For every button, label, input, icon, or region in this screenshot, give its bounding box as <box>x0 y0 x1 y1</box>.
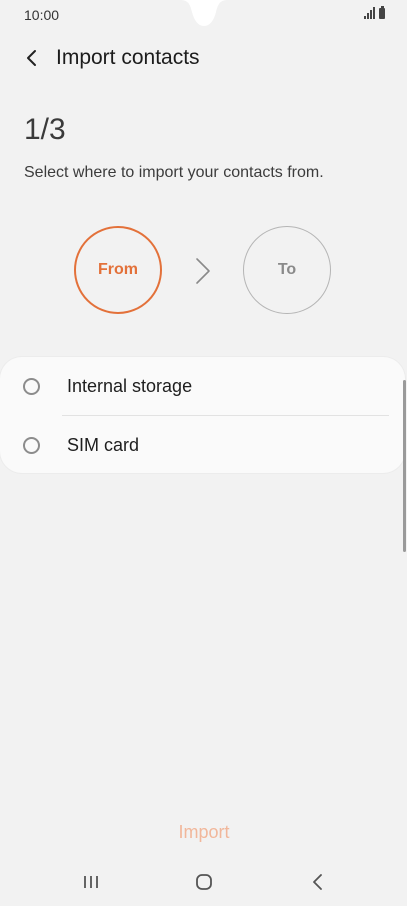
home-icon[interactable] <box>193 872 215 892</box>
radio-button[interactable] <box>23 436 40 454</box>
status-bar: 10:00 <box>0 0 407 30</box>
radio-button[interactable] <box>23 377 40 395</box>
source-options-card: Internal storage SIM card <box>0 357 405 473</box>
page-title: Import contacts <box>56 46 200 69</box>
instruction-text: Select where to import your contacts fro… <box>24 164 324 181</box>
option-sim-card[interactable]: SIM card <box>0 416 405 474</box>
battery-icon <box>379 6 385 19</box>
option-label: Internal storage <box>67 375 193 396</box>
to-step-indicator: To <box>243 226 331 314</box>
status-icons <box>364 6 385 19</box>
app-bar: Import contacts <box>0 38 407 78</box>
camera-notch <box>180 0 228 26</box>
chevron-right-icon <box>196 258 210 284</box>
navigation-bar <box>0 862 407 902</box>
back-button[interactable] <box>18 44 46 72</box>
option-label: SIM card <box>67 434 140 455</box>
from-step-label: From <box>98 261 138 278</box>
to-step-label: To <box>277 261 297 278</box>
step-counter: 1/3 <box>24 113 66 146</box>
import-button[interactable]: Import <box>140 818 268 846</box>
recents-icon[interactable] <box>80 872 102 892</box>
back-icon[interactable] <box>307 872 329 892</box>
status-time: 10:00 <box>24 7 60 23</box>
from-step-indicator: From <box>74 226 162 314</box>
scrollbar[interactable] <box>403 380 406 552</box>
signal-icon <box>364 7 375 19</box>
option-internal-storage[interactable]: Internal storage <box>0 357 405 415</box>
chevron-left-icon <box>27 50 36 66</box>
